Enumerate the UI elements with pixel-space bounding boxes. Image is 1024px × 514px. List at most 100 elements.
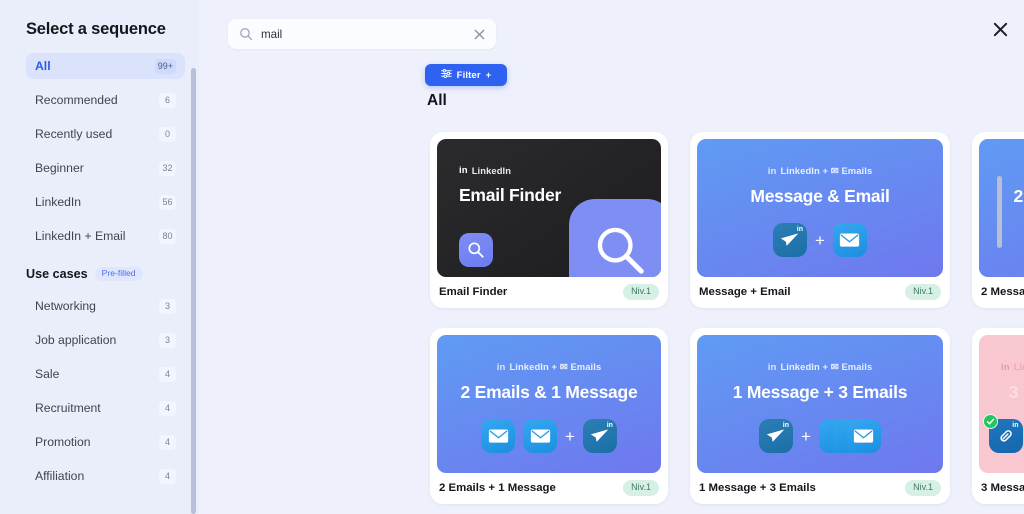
sequence-grid-area: in LinkedIn Email Finder Email Finder Ni… [419, 126, 1024, 514]
card-visual: in LinkedIn + ✉ Emails Message & Email i… [697, 139, 943, 277]
card-name: Message + Email [699, 286, 791, 298]
sidebar-item-recently-used[interactable]: Recently used 0 [26, 121, 185, 147]
card-visual: in LinkedIn + ✉ Emails 1 Message + 3 Ema… [697, 335, 943, 473]
sidebar-item-sale[interactable]: Sale 4 [26, 361, 185, 387]
sidebar-item-networking[interactable]: Networking 3 [26, 293, 185, 319]
sequence-card-3messages-4emails[interactable]: in Linkedin + ✉ Mails 3 Messages & 4 Ema… [972, 328, 1024, 504]
card-name: 1 Message + 3 Emails [699, 482, 816, 494]
card-channel-label: LinkedIn [471, 165, 512, 176]
sidebar-item-label: Recruitment [35, 401, 101, 415]
plus-icon: + [801, 426, 811, 446]
card-icon-row: in in in in + [982, 414, 1024, 453]
card-visual-title: 1 Message + 3 Emails [732, 382, 908, 402]
card-level-badge: Niv.1 [905, 284, 941, 300]
sequence-card-2emails-1message[interactable]: in LinkedIn + ✉ Emails 2 Emails & 1 Mess… [430, 328, 668, 504]
card-channel-label: Linkedin + ✉ Mails [1013, 361, 1024, 372]
linkedin-badge-icon: in [1012, 422, 1019, 429]
sequence-card-1message-3emails[interactable]: in LinkedIn + ✉ Emails 1 Message + 3 Ema… [690, 328, 950, 504]
email-finder-icon [459, 233, 493, 267]
close-button[interactable] [987, 16, 1013, 42]
sidebar-item-recommended[interactable]: Recommended 6 [26, 87, 185, 113]
sidebar-item-label: Promotion [35, 435, 91, 449]
card-level-badge: Niv.1 [623, 480, 659, 496]
sidebar-scrollbar[interactable] [191, 68, 196, 514]
card-visual: in LinkedIn Email Finder [437, 139, 661, 277]
card-footer: 3 Messages + 4 Emails Niv.3 [979, 473, 1024, 503]
plus-icon: + [565, 426, 575, 446]
sidebar: Select a sequence All 99+ Recommended 6 … [0, 0, 199, 514]
filter-button-label: Filter [456, 69, 481, 81]
main-scrollbar-thumb[interactable] [997, 176, 1002, 248]
card-channels: in Linkedin + ✉ Mails [1001, 361, 1024, 373]
linkedin-icon: in [767, 165, 777, 177]
linkedin-badge-icon: in [796, 226, 804, 233]
card-footer: Message + Email Niv.1 [697, 277, 943, 307]
sidebar-item-label: Sale [35, 367, 60, 381]
card-footer: Email Finder Niv.1 [437, 277, 661, 307]
sequence-card-message-email[interactable]: in LinkedIn + ✉ Emails Message & Email i… [690, 132, 950, 308]
search-bar[interactable]: mail [228, 19, 496, 49]
card-name: 3 Messages + 4 Emails [981, 482, 1024, 494]
clear-search-icon[interactable] [473, 28, 486, 41]
sidebar-item-label: All [35, 59, 51, 73]
sidebar-item-beginner[interactable]: Beginner 32 [26, 155, 185, 181]
plus-icon: + [815, 230, 825, 250]
linkedin-icon: in [496, 361, 506, 373]
connection-request-icon: in [982, 414, 1023, 453]
sidebar-nav: All 99+ Recommended 6 Recently used 0 Be… [0, 53, 199, 514]
linkedin-message-icon: in [773, 223, 808, 257]
sidebar-item-all[interactable]: All 99+ [26, 53, 185, 79]
card-channels: in LinkedIn + ✉ Emails [768, 165, 873, 177]
card-name: 2 Messages + Email [981, 286, 1024, 298]
email-stack-icon [818, 419, 881, 453]
card-visual: in LinkedIn + ✉ Emails 2 Emails & 1 Mess… [437, 335, 661, 473]
sidebar-scrollbar-thumb[interactable] [191, 68, 196, 514]
sequence-card-email-finder[interactable]: in LinkedIn Email Finder Email Finder Ni… [430, 132, 668, 308]
card-footer: 2 Messages + Email Niv.2 [979, 277, 1024, 307]
card-name: Email Finder [439, 286, 508, 298]
sidebar-item-count: 4 [159, 400, 176, 416]
magnifier-big-icon [569, 199, 661, 277]
linkedin-icon: in [1001, 361, 1010, 373]
sidebar-item-label: LinkedIn + Email [35, 229, 126, 243]
filter-button[interactable]: Filter + [425, 64, 507, 86]
linkedin-badge-icon: in [782, 422, 790, 429]
sidebar-item-label: Beginner [35, 161, 84, 175]
card-visual-title: 3 Messages & 4 Emails [1008, 382, 1024, 402]
prefilled-badge: Pre-filled [94, 267, 143, 281]
sidebar-item-recruitment[interactable]: Recruitment 4 [26, 395, 185, 421]
sidebar-item-label: Recently used [35, 127, 113, 141]
sidebar-item-job-application[interactable]: Job application 3 [26, 327, 185, 353]
email-icon [523, 419, 558, 453]
sidebar-item-label: Recommended [35, 93, 118, 107]
card-channel-label: LinkedIn + ✉ Emails [780, 165, 873, 176]
card-channels: in LinkedIn + ✉ Emails [768, 361, 873, 373]
card-visual-title: 2 Messages & 1 Email [1013, 186, 1024, 206]
group-title: All [427, 92, 447, 109]
card-level-badge: Niv.1 [623, 284, 659, 300]
email-icon [846, 419, 881, 453]
select-sequence-dialog: Select a sequence All 99+ Recommended 6 … [0, 0, 1024, 514]
sidebar-item-label: Affiliation [35, 469, 85, 483]
card-visual: in Linkedin + ✉ Mails 3 Messages & 4 Ema… [979, 335, 1024, 473]
card-level-badge: Niv.1 [905, 480, 941, 496]
linkedin-message-icon: in [759, 419, 794, 453]
sidebar-item-count: 56 [159, 194, 176, 210]
sidebar-item-linkedin-email[interactable]: LinkedIn + Email 80 [26, 223, 185, 249]
sidebar-item-label: Networking [35, 299, 96, 313]
sidebar-item-linkedin[interactable]: LinkedIn 56 [26, 189, 185, 215]
search-input[interactable]: mail [261, 28, 473, 41]
search-icon [239, 27, 253, 41]
card-channel-label: LinkedIn + ✉ Emails [509, 361, 602, 372]
sidebar-item-promotion[interactable]: Promotion 4 [26, 429, 185, 455]
sidebar-item-count: 4 [159, 366, 176, 382]
card-visual-title: 2 Emails & 1 Message [460, 382, 638, 402]
card-icon-row [459, 233, 493, 267]
page-title: Select a sequence [26, 20, 166, 38]
check-icon [982, 414, 998, 429]
sidebar-item-affiliation[interactable]: Affiliation 4 [26, 463, 185, 489]
card-channel-label: LinkedIn + ✉ Emails [780, 361, 873, 372]
sidebar-item-count: 0 [159, 126, 176, 142]
sidebar-section-use-cases: Use cases Pre-filled [26, 267, 185, 281]
section-title: Use cases [26, 267, 88, 281]
